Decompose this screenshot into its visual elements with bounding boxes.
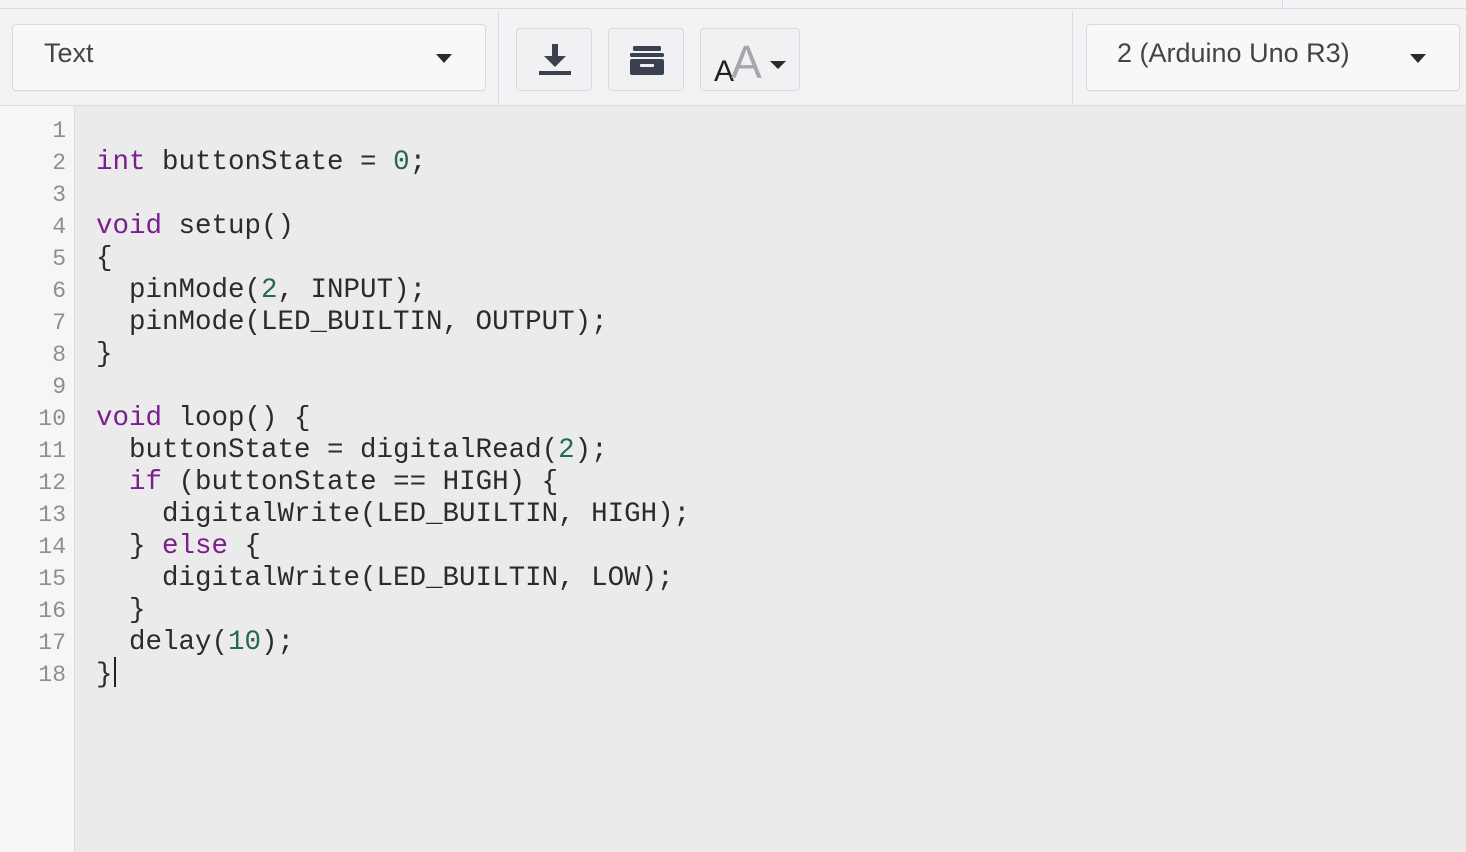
- code-keyword: if: [129, 467, 163, 498]
- code-text: buttonState =: [145, 147, 394, 178]
- line-number: 7: [52, 310, 66, 336]
- strip-divider: [1282, 0, 1283, 8]
- code-keyword: void: [96, 403, 163, 434]
- font-size-button[interactable]: A A: [700, 28, 800, 91]
- code-text: delay(: [96, 627, 229, 658]
- line-number: 12: [38, 470, 66, 496]
- code-text: setup(): [162, 211, 295, 242]
- device-select-value: 2 (Arduino Uno R3): [1117, 38, 1350, 68]
- line-number: 5: [52, 246, 66, 272]
- svg-text:A: A: [731, 37, 762, 85]
- toolbar-divider: [1072, 11, 1073, 105]
- code-editor[interactable]: 1 2 3 4 5 6 7 8 9 10 11 12 13 14 15 16 17 18 int buttonSt…: [0, 106, 1466, 852]
- code-editor-window: Text A A 2 (Arduino Uno R3) 1 2 3 4 5 6 …: [0, 0, 1466, 852]
- toolbar-divider: [498, 11, 499, 105]
- code-line[interactable]: void loop() {: [96, 403, 690, 435]
- line-number: 11: [38, 438, 66, 464]
- line-number: 6: [52, 278, 66, 304]
- code-line[interactable]: int buttonState = 0;: [96, 147, 690, 179]
- code-line[interactable]: delay(10);: [96, 627, 690, 659]
- line-number: 4: [52, 214, 66, 240]
- editor-toolbar: Text A A 2 (Arduino Uno R3): [0, 9, 1466, 106]
- code-line[interactable]: }: [96, 657, 690, 691]
- line-number: 14: [38, 534, 66, 560]
- code-line[interactable]: void setup(): [96, 211, 690, 243]
- code-line[interactable]: }: [96, 339, 690, 371]
- line-number-gutter: 1 2 3 4 5 6 7 8 9 10 11 12 13 14 15 16 17 18: [0, 106, 75, 852]
- code-keyword: void: [96, 211, 163, 242]
- code-text: }: [96, 659, 113, 691]
- code-text: buttonState = digitalRead(: [96, 435, 559, 466]
- code-text: }: [96, 339, 113, 370]
- text-cursor: [113, 657, 116, 687]
- code-text: }: [96, 595, 146, 626]
- code-line[interactable]: pinMode(2, INPUT);: [96, 275, 690, 307]
- code-line[interactable]: [96, 115, 690, 147]
- chevron-down-icon: [436, 54, 452, 63]
- line-number: 17: [38, 630, 66, 656]
- device-select[interactable]: 2 (Arduino Uno R3): [1086, 24, 1460, 91]
- code-text: {: [228, 531, 262, 562]
- code-text: loop() {: [162, 403, 311, 434]
- code-keyword: int: [96, 147, 146, 178]
- code-text: );: [261, 627, 295, 658]
- code-text: digitalWrite(LED_BUILTIN, LOW);: [96, 563, 674, 594]
- code-number: 0: [393, 147, 410, 178]
- line-number: 16: [38, 598, 66, 624]
- code-text: (buttonState == HIGH) {: [162, 467, 559, 498]
- code-number: 2: [261, 275, 278, 306]
- chevron-down-icon: [1410, 54, 1426, 63]
- line-number: 10: [38, 406, 66, 432]
- library-button[interactable]: [608, 28, 684, 91]
- code-text: ;: [409, 147, 427, 178]
- font-size-icon: A A: [714, 37, 786, 85]
- code-line[interactable]: if (buttonState == HIGH) {: [96, 467, 690, 499]
- code-text: );: [574, 435, 608, 466]
- download-icon: [539, 44, 571, 75]
- archive-box-icon: [630, 46, 664, 75]
- code-line[interactable]: }: [96, 595, 690, 627]
- mode-select-value: Text: [44, 38, 94, 68]
- code-area[interactable]: int buttonState = 0; void setup(){ pinMod…: [96, 115, 690, 691]
- mode-select[interactable]: Text: [12, 24, 486, 91]
- code-line[interactable]: buttonState = digitalRead(2);: [96, 435, 690, 467]
- code-text: }: [96, 531, 163, 562]
- code-number: 10: [228, 627, 262, 658]
- code-number: 2: [558, 435, 575, 466]
- code-line[interactable]: [96, 179, 690, 211]
- line-number: 2: [52, 150, 66, 176]
- top-strip: [0, 0, 1466, 9]
- code-keyword: else: [162, 531, 229, 562]
- line-number: 13: [38, 502, 66, 528]
- line-number: 9: [52, 374, 66, 400]
- line-number: 3: [52, 182, 66, 208]
- code-line[interactable]: [96, 371, 690, 403]
- code-line[interactable]: } else {: [96, 531, 690, 563]
- code-line[interactable]: pinMode(LED_BUILTIN, OUTPUT);: [96, 307, 690, 339]
- code-text: , INPUT);: [277, 275, 427, 306]
- code-text: pinMode(LED_BUILTIN, OUTPUT);: [96, 307, 608, 338]
- code-text: {: [96, 243, 113, 274]
- code-line[interactable]: {: [96, 243, 690, 275]
- download-button[interactable]: [516, 28, 592, 91]
- line-number: 1: [52, 118, 66, 144]
- code-line[interactable]: digitalWrite(LED_BUILTIN, LOW);: [96, 563, 690, 595]
- line-number: 18: [38, 662, 66, 688]
- line-number: 8: [52, 342, 66, 368]
- code-text: digitalWrite(LED_BUILTIN, HIGH);: [96, 499, 691, 530]
- code-text: pinMode(: [96, 275, 262, 306]
- code-line[interactable]: digitalWrite(LED_BUILTIN, HIGH);: [96, 499, 690, 531]
- line-number: 15: [38, 566, 66, 592]
